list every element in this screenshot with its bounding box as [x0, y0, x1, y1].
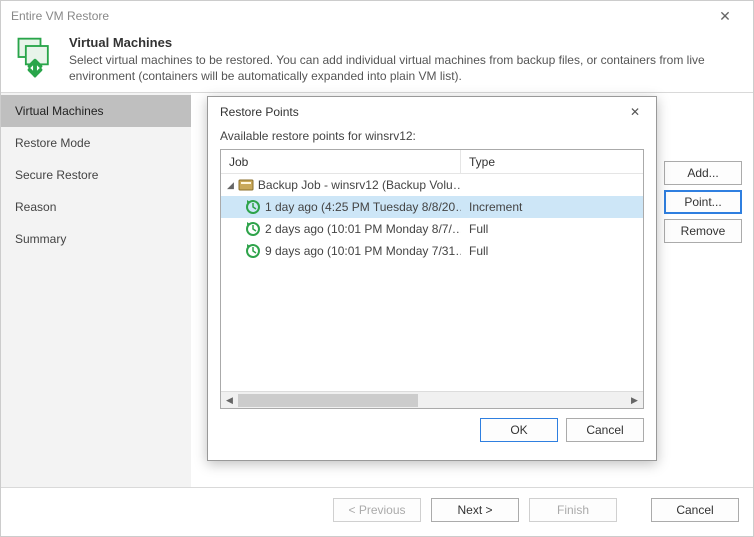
remove-button[interactable]: Remove — [664, 219, 742, 243]
dialog-caption: Available restore points for winsrv12: — [208, 127, 656, 149]
restore-points-dialog: Restore Points ✕ Available restore point… — [207, 96, 657, 461]
restore-point-type: Full — [461, 244, 643, 258]
wizard-header: Virtual Machines Select virtual machines… — [1, 31, 753, 92]
restore-point-icon — [245, 243, 261, 259]
restore-point-type: Full — [461, 222, 643, 236]
dialog-title: Restore Points — [220, 105, 620, 119]
close-icon: ✕ — [630, 105, 640, 119]
cancel-button[interactable]: Cancel — [651, 498, 739, 522]
restore-point-row[interactable]: 2 days ago (10:01 PM Monday 8/7/… Full — [221, 218, 643, 240]
window-title: Entire VM Restore — [11, 9, 705, 23]
scroll-left-icon[interactable]: ◀ — [221, 392, 238, 409]
column-header-job[interactable]: Job — [221, 150, 461, 174]
sidebar-item-summary[interactable]: Summary — [1, 223, 191, 255]
restore-point-label: 9 days ago (10:01 PM Monday 7/31… — [265, 244, 461, 258]
cancel-button[interactable]: Cancel — [566, 418, 644, 442]
restore-point-label: 2 days ago (10:01 PM Monday 8/7/… — [265, 222, 461, 236]
vm-restore-icon — [13, 35, 57, 79]
backup-job-icon — [238, 177, 254, 193]
dialog-close-button[interactable]: ✕ — [620, 100, 650, 124]
wizard-main-panel: Add... Point... Remove Restore Points ✕ … — [191, 93, 753, 487]
scroll-right-icon[interactable]: ▶ — [626, 392, 643, 409]
sidebar-item-virtual-machines[interactable]: Virtual Machines — [1, 95, 191, 127]
scrollbar-thumb[interactable] — [238, 394, 418, 407]
page-description: Select virtual machines to be restored. … — [69, 52, 741, 84]
horizontal-scrollbar[interactable]: ◀ ▶ — [221, 391, 643, 408]
window-close-button[interactable]: ✕ — [705, 2, 745, 30]
sidebar-item-secure-restore[interactable]: Secure Restore — [1, 159, 191, 191]
tree-job-label: Backup Job - winsrv12 (Backup Volu… — [258, 178, 461, 192]
tree-toggle-icon[interactable]: ◢ — [227, 180, 234, 191]
wizard-steps-sidebar: Virtual Machines Restore Mode Secure Res… — [1, 93, 191, 487]
ok-button[interactable]: OK — [480, 418, 558, 442]
tree-job-row[interactable]: ◢ Backup Job - winsrv12 (Backup Volu… — [221, 174, 643, 196]
sidebar-item-reason[interactable]: Reason — [1, 191, 191, 223]
restore-point-label: 1 day ago (4:25 PM Tuesday 8/8/20… — [265, 200, 461, 214]
finish-button: Finish — [529, 498, 617, 522]
close-icon: ✕ — [719, 8, 731, 25]
restore-point-row[interactable]: 1 day ago (4:25 PM Tuesday 8/8/20… Incre… — [221, 196, 643, 218]
restore-point-icon — [245, 199, 261, 215]
restore-point-icon — [245, 221, 261, 237]
column-header-type[interactable]: Type — [461, 150, 643, 174]
restore-point-row[interactable]: 9 days ago (10:01 PM Monday 7/31… Full — [221, 240, 643, 262]
wizard-footer: < Previous Next > Finish Cancel — [1, 487, 753, 532]
sidebar-item-restore-mode[interactable]: Restore Mode — [1, 127, 191, 159]
restore-point-type: Increment — [461, 200, 643, 214]
restore-points-tree: Job Type ◢ Backup Job - winsrv12 (Backup… — [220, 149, 644, 409]
add-button[interactable]: Add... — [664, 161, 742, 185]
next-button[interactable]: Next > — [431, 498, 519, 522]
page-title: Virtual Machines — [69, 35, 741, 50]
previous-button: < Previous — [333, 498, 421, 522]
point-button[interactable]: Point... — [664, 190, 742, 214]
